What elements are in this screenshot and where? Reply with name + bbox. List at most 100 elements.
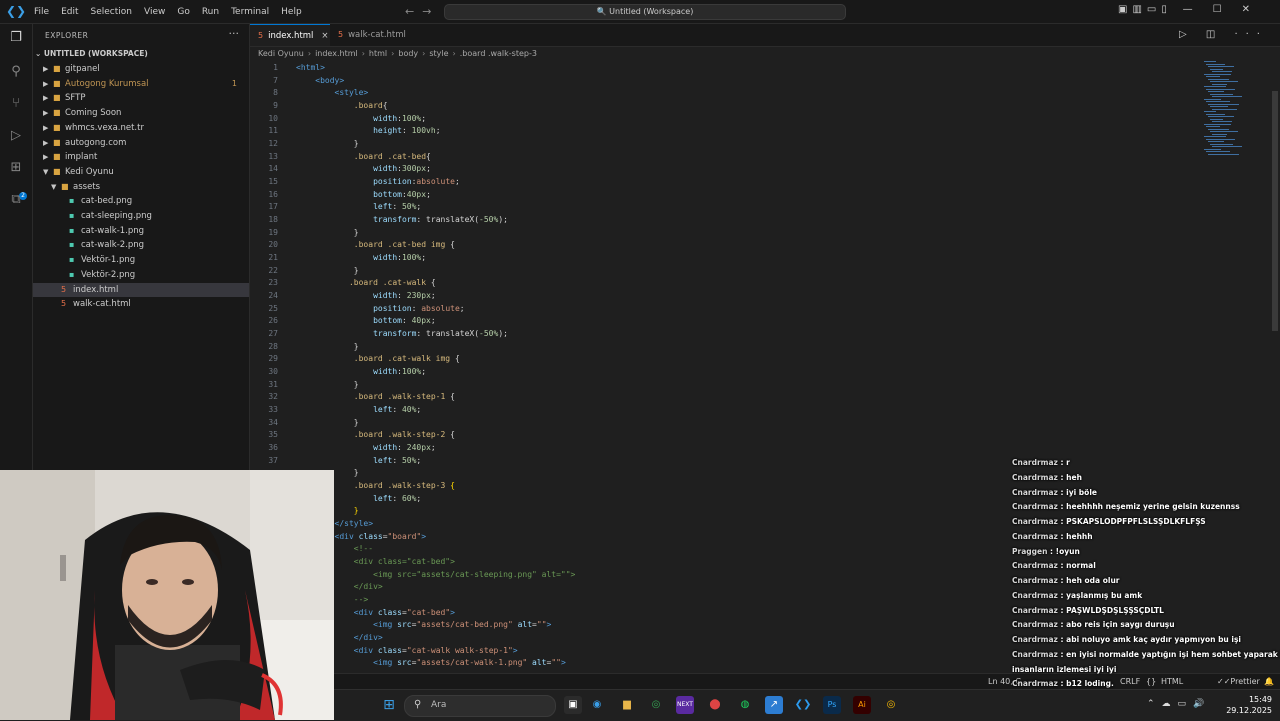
- more-actions-icon[interactable]: ···: [229, 27, 240, 40]
- taskbar-clock[interactable]: 15:49 29.12.2025: [1226, 694, 1272, 716]
- nav-arrows[interactable]: ←→: [405, 5, 439, 18]
- code-line[interactable]: .board .cat-bed{: [296, 152, 431, 161]
- menu-run[interactable]: Run: [196, 7, 225, 17]
- code-line[interactable]: .board{: [296, 101, 388, 110]
- editor-actions[interactable]: ▷ ◫ ···: [1179, 29, 1268, 40]
- tree-item[interactable]: ▪ Vektör-1.png: [33, 253, 249, 267]
- menu-edit[interactable]: Edit: [55, 7, 84, 17]
- code-line[interactable]: .board .cat-walk {: [296, 278, 436, 287]
- chrome-icon-2[interactable]: ◎: [882, 696, 900, 714]
- tree-item[interactable]: ▪ Vektör-2.png: [33, 268, 249, 282]
- chevron-right-icon[interactable]: ▶: [43, 77, 53, 91]
- code-line[interactable]: position:absolute;: [296, 177, 460, 186]
- code-line[interactable]: <style>: [296, 88, 369, 97]
- code-line[interactable]: }: [296, 228, 359, 237]
- close-tab-icon[interactable]: ×: [321, 31, 328, 41]
- workspace-title[interactable]: ⌄ UNTITLED (WORKSPACE): [35, 49, 148, 58]
- source-control-icon[interactable]: ⑂: [8, 96, 24, 112]
- chrome-icon[interactable]: ◎: [647, 696, 665, 714]
- breadcrumb-item[interactable]: .board .walk-step-3: [460, 49, 537, 58]
- code-line[interactable]: <body>: [296, 76, 344, 85]
- tree-item[interactable]: ▶ ■ Coming Soon: [33, 106, 249, 120]
- tree-item[interactable]: ▪ cat-bed.png: [33, 194, 249, 208]
- menu-view[interactable]: View: [138, 7, 171, 17]
- code-line[interactable]: left: 50%;: [296, 202, 421, 211]
- tree-item[interactable]: ▶ ■ gitpanel: [33, 62, 249, 76]
- code-line[interactable]: position: absolute;: [296, 304, 465, 313]
- menu-help[interactable]: Help: [275, 7, 308, 17]
- code-line[interactable]: width: 230px;: [296, 291, 436, 300]
- code-line[interactable]: }: [296, 139, 359, 148]
- code-line[interactable]: <img src="assets/cat-sleeping.png" alt="…: [296, 570, 575, 579]
- code-line[interactable]: width:100%;: [296, 367, 426, 376]
- layout-icons[interactable]: ▣▥▭▯: [1118, 4, 1172, 15]
- app-icon-2[interactable]: ⬤: [706, 696, 724, 714]
- code-line[interactable]: height: 100vh;: [296, 126, 440, 135]
- code-line[interactable]: width: 240px;: [296, 443, 436, 452]
- breadcrumb-item[interactable]: html: [369, 49, 387, 58]
- scrollbar-thumb[interactable]: [1272, 91, 1278, 331]
- taskbar-search[interactable]: ⚲ Ara: [404, 695, 556, 717]
- photoshop-icon[interactable]: Ps: [823, 696, 841, 714]
- breadcrumb-item[interactable]: body: [398, 49, 418, 58]
- code-line[interactable]: <html>: [296, 63, 325, 72]
- code-line[interactable]: bottom: 40px;: [296, 316, 436, 325]
- tree-item[interactable]: ▶ ■ whmcs.vexa.net.tr: [33, 121, 249, 135]
- menu-terminal[interactable]: Terminal: [225, 7, 275, 17]
- task-view-icon[interactable]: ▣: [564, 696, 582, 714]
- code-line[interactable]: bottom:40px;: [296, 190, 431, 199]
- windows-start-icon[interactable]: ⊞: [380, 696, 398, 714]
- code-line[interactable]: .board .cat-walk img {: [296, 354, 460, 363]
- extensions-icon[interactable]: ⊞: [8, 160, 24, 176]
- command-center[interactable]: 🔍 Untitled (Workspace): [444, 4, 846, 20]
- tab-index-html[interactable]: 5 index.html ×: [250, 24, 330, 46]
- chevron-right-icon[interactable]: ▶: [43, 91, 53, 105]
- menu-go[interactable]: Go: [171, 7, 195, 17]
- menu-file[interactable]: File: [28, 7, 55, 17]
- code-line[interactable]: }: [296, 418, 359, 427]
- tree-item[interactable]: ▶ ■ Autogong Kurumsal 1: [33, 77, 249, 91]
- tree-item[interactable]: 5 index.html: [33, 282, 249, 297]
- code-line[interactable]: transform: translateX(-50%);: [296, 215, 508, 224]
- chevron-down-icon[interactable]: ▼: [43, 165, 53, 179]
- chevron-right-icon[interactable]: ▶: [43, 62, 53, 76]
- run-debug-icon[interactable]: ▷: [8, 128, 24, 144]
- code-line[interactable]: }: [296, 266, 359, 275]
- code-line[interactable]: left: 40%;: [296, 405, 421, 414]
- app-icon[interactable]: NEXT: [676, 696, 694, 714]
- chevron-right-icon[interactable]: ▶: [43, 106, 53, 120]
- code-line[interactable]: .board .walk-step-2 {: [296, 430, 455, 439]
- code-line[interactable]: .board .cat-bed img {: [296, 240, 455, 249]
- illustrator-icon[interactable]: Ai: [853, 696, 871, 714]
- edge-icon[interactable]: ◉: [588, 696, 606, 714]
- breadcrumb-item[interactable]: style: [429, 49, 448, 58]
- tree-item[interactable]: ▶ ■ SFTP: [33, 91, 249, 105]
- tree-item[interactable]: ▪ cat-walk-1.png: [33, 224, 249, 238]
- code-line[interactable]: <img src="assets/cat-walk-1.png" alt="">: [296, 658, 566, 667]
- remote-icon[interactable]: ⧉: [8, 192, 24, 208]
- file-explorer-icon[interactable]: ▆: [618, 696, 636, 714]
- chevron-right-icon[interactable]: ▶: [43, 150, 53, 164]
- vscode-taskbar-icon[interactable]: ❮❯: [794, 696, 812, 714]
- chevron-down-icon[interactable]: ▼: [51, 180, 61, 194]
- tree-item[interactable]: ▼ ■ Kedi Oyunu: [33, 165, 249, 179]
- breadcrumb-item[interactable]: Kedi Oyunu: [258, 49, 304, 58]
- code-line[interactable]: width:100%;: [296, 114, 426, 123]
- code-line[interactable]: transform: translateX(-50%);: [296, 329, 508, 338]
- tree-item[interactable]: ▶ ■ autogong.com: [33, 136, 249, 150]
- system-tray[interactable]: ⌃☁▭🔊: [1147, 699, 1211, 709]
- tab-walk-cat-html[interactable]: 5 walk-cat.html: [330, 24, 420, 46]
- code-line[interactable]: left: 50%;: [296, 456, 421, 465]
- chevron-right-icon[interactable]: ▶: [43, 121, 53, 135]
- code-line[interactable]: width:100%;: [296, 253, 426, 262]
- search-icon[interactable]: ⚲: [8, 64, 24, 80]
- code-line[interactable]: .board .walk-step-1 {: [296, 392, 455, 401]
- app-icon-3[interactable]: ↗: [765, 696, 783, 714]
- code-line[interactable]: width:300px;: [296, 164, 431, 173]
- menu-selection[interactable]: Selection: [85, 7, 138, 17]
- code-line[interactable]: <img src="assets/cat-bed.png" alt="">: [296, 620, 551, 629]
- tree-item[interactable]: ▼ ■ assets: [33, 180, 249, 194]
- code-line[interactable]: }: [296, 342, 359, 351]
- tree-item[interactable]: ▪ cat-sleeping.png: [33, 209, 249, 223]
- spotify-icon[interactable]: ◍: [736, 696, 754, 714]
